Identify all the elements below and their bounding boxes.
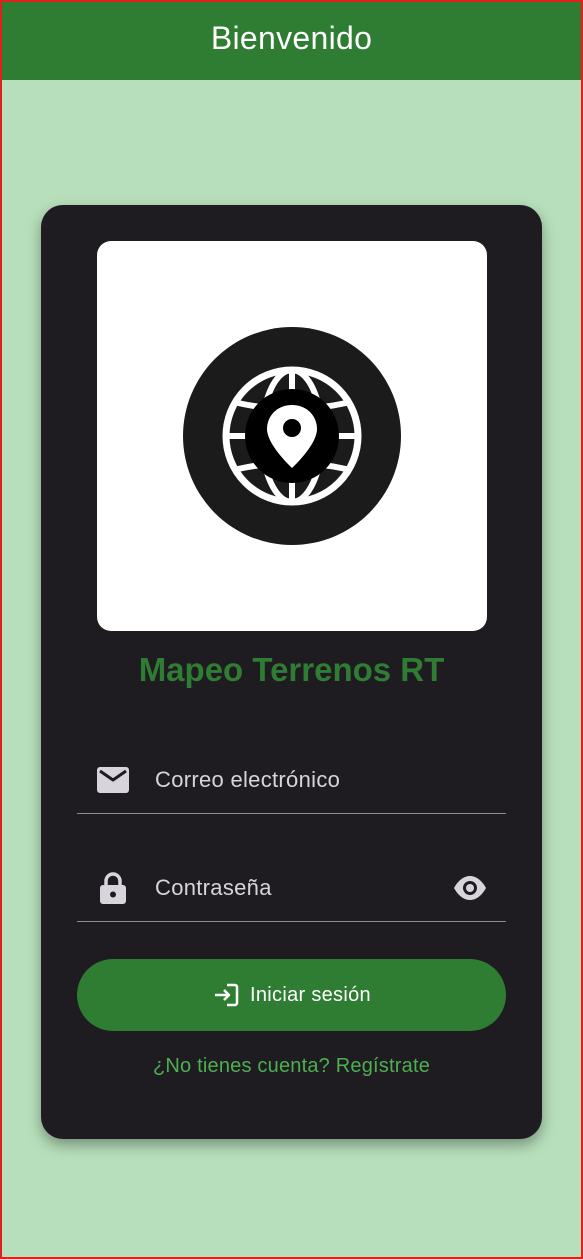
- register-link[interactable]: ¿No tienes cuenta? Regístrate: [41, 1055, 542, 1078]
- app-logo: [97, 241, 487, 631]
- mail-icon: [97, 764, 129, 796]
- password-field[interactable]: Contraseña: [77, 855, 506, 922]
- app-bar: Bienvenido: [0, 0, 583, 80]
- app-name: Mapeo Terrenos RT: [138, 651, 445, 688]
- app-bar-title: Bienvenido: [210, 19, 373, 56]
- lock-icon: [97, 872, 129, 904]
- login-icon: [212, 981, 240, 1009]
- email-placeholder: Correo electrónico: [155, 767, 341, 792]
- password-visibility-toggle[interactable]: [452, 870, 488, 906]
- login-button-label: Iniciar sesión: [250, 983, 371, 1006]
- login-button[interactable]: Iniciar sesión: [77, 959, 506, 1031]
- email-field[interactable]: Correo electrónico: [77, 747, 506, 814]
- globe-location-pin-icon: [183, 327, 401, 545]
- login-card: Mapeo Terrenos RT Correo electrónico Con…: [41, 205, 542, 1139]
- password-placeholder: Contraseña: [155, 875, 272, 900]
- eye-icon: [454, 876, 486, 900]
